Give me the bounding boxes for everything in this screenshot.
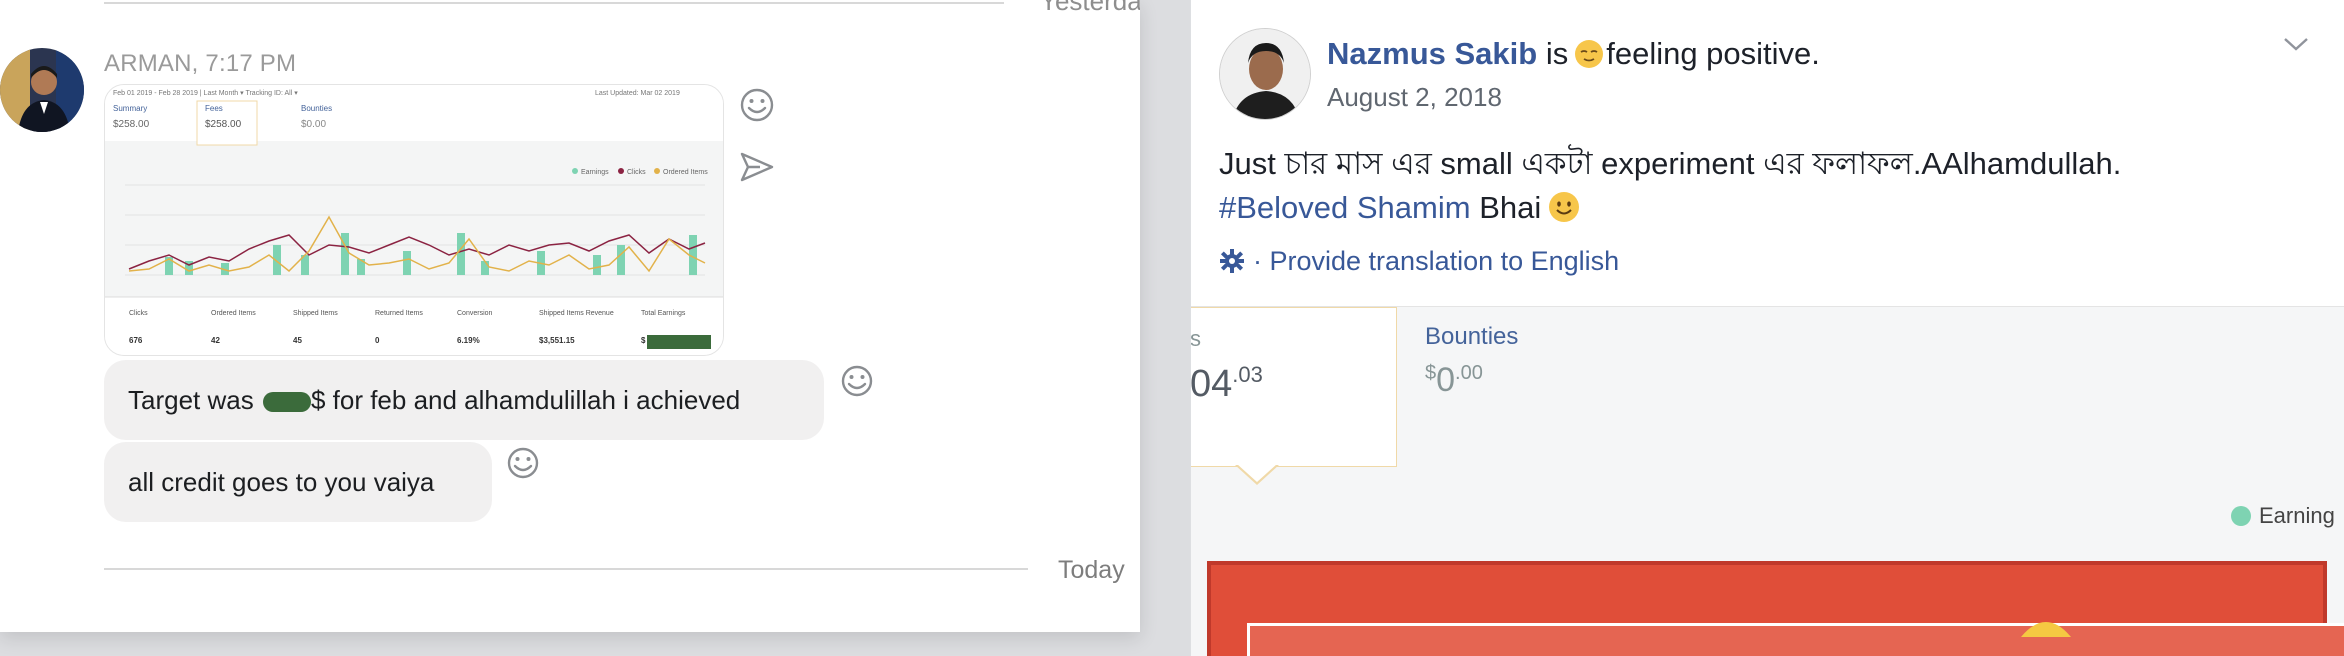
post-header: Nazmus Sakib is feeling positive. bbox=[1327, 36, 1820, 77]
date-separator-today: Today bbox=[1058, 556, 1125, 584]
svg-text:Earnings: Earnings bbox=[581, 169, 609, 176]
svg-text:Total Earnings: Total Earnings bbox=[641, 310, 686, 317]
post-text-line-2: #Beloved Shamim Bhai bbox=[1219, 186, 2121, 236]
svg-text:Conversion: Conversion bbox=[457, 310, 493, 317]
message-bubble-target[interactable]: Target was $ for feb and alhamdulillah i… bbox=[104, 360, 824, 440]
message-image-attachment[interactable]: Feb 01 2019 - Feb 28 2019 | Last Month ▾… bbox=[104, 84, 724, 356]
message-bubble-credit[interactable]: all credit goes to you vaiya bbox=[104, 442, 492, 522]
avatar-nazmus-sakib[interactable] bbox=[1219, 28, 1311, 120]
gear-icon bbox=[1219, 248, 1245, 281]
hashtag-link[interactable]: #Beloved Shamim bbox=[1219, 190, 1471, 225]
image-legend-earning: Earning bbox=[2231, 503, 2335, 529]
post-body: Just চার মাস এর small একটা experiment এর… bbox=[1219, 142, 2121, 236]
svg-text:Bounties: Bounties bbox=[301, 104, 332, 113]
svg-text:42: 42 bbox=[211, 336, 220, 345]
image-card-fees: s 04.03 bbox=[1191, 307, 1397, 467]
post-image-earnings-screenshot[interactable]: s 04.03 Bounties $0.00 Earning bbox=[1191, 306, 2344, 656]
svg-text:Clicks: Clicks bbox=[627, 169, 646, 176]
post-text-line-1: Just চার মাস এর small একটা experiment এর… bbox=[1219, 146, 2122, 181]
svg-text:6.19%: 6.19% bbox=[457, 336, 480, 345]
image-bounties-value: $0.00 bbox=[1425, 361, 1483, 399]
avatar-arman[interactable] bbox=[0, 48, 84, 132]
attachment-table-headers: Clicks Ordered Items Shipped Items Retur… bbox=[129, 310, 686, 317]
image-red-banner-inner bbox=[1247, 623, 2344, 656]
relieved-face-emoji-icon bbox=[1574, 39, 1604, 77]
svg-text:Shipped Items: Shipped Items bbox=[293, 310, 338, 317]
svg-text:Fees: Fees bbox=[205, 104, 223, 113]
post-text-bhai: Bhai bbox=[1479, 190, 1542, 225]
svg-text:676: 676 bbox=[129, 336, 143, 345]
translate-text: · Provide translation to English bbox=[1253, 246, 1620, 276]
svg-text:Returned Items: Returned Items bbox=[375, 310, 423, 317]
is-text: is bbox=[1545, 36, 1569, 71]
svg-text:Clicks: Clicks bbox=[129, 310, 148, 317]
svg-text:$258.00: $258.00 bbox=[113, 119, 150, 130]
svg-text:Ordered Items: Ordered Items bbox=[211, 310, 256, 317]
react-emoji-icon[interactable] bbox=[738, 86, 776, 124]
attachment-redaction bbox=[647, 335, 711, 349]
svg-text:$3,551.15: $3,551.15 bbox=[539, 336, 575, 345]
divider-top bbox=[104, 2, 1004, 4]
svg-text:$0.00: $0.00 bbox=[301, 119, 326, 130]
feeling-text: feeling positive. bbox=[1606, 36, 1820, 71]
message-text-part-1: Target was bbox=[128, 385, 261, 415]
svg-text:Shipped Items Revenue: Shipped Items Revenue bbox=[539, 310, 614, 317]
facebook-post-panel: Nazmus Sakib is feeling positive. August … bbox=[1190, 0, 2344, 656]
messenger-conversation-panel: Yesterday ARMAN, 7:17 PM Feb 01 2019 - F… bbox=[0, 0, 1140, 632]
svg-text:$: $ bbox=[641, 336, 646, 345]
attachment-updated: Last Updated: Mar 02 2019 bbox=[595, 90, 680, 97]
svg-text:45: 45 bbox=[293, 336, 302, 345]
svg-text:Summary: Summary bbox=[113, 104, 147, 113]
image-bounties-label: Bounties bbox=[1425, 323, 1519, 350]
attachment-header: Feb 01 2019 - Feb 28 2019 | Last Month ▾… bbox=[113, 90, 298, 97]
author-name-link[interactable]: Nazmus Sakib bbox=[1327, 36, 1537, 71]
attachment-chart-legend: Earnings Clicks Ordered Items bbox=[572, 168, 708, 176]
svg-text:0: 0 bbox=[375, 336, 380, 345]
date-separator-yesterday: Yesterday bbox=[1040, 0, 1140, 16]
react-emoji-icon[interactable] bbox=[838, 362, 876, 400]
svg-text:Ordered Items: Ordered Items bbox=[663, 169, 708, 176]
translate-link[interactable]: · Provide translation to English bbox=[1219, 246, 1619, 281]
divider-bottom bbox=[104, 568, 1028, 570]
forward-send-icon[interactable] bbox=[738, 148, 776, 186]
post-options-chevron-down-icon[interactable] bbox=[2281, 32, 2311, 56]
message-text-part-2: $ for feb and alhamdulillah i achieved bbox=[310, 385, 741, 415]
react-emoji-icon[interactable] bbox=[504, 444, 542, 482]
svg-text:$258.00: $258.00 bbox=[205, 119, 242, 130]
image-yellow-shape bbox=[2021, 622, 2071, 637]
sender-name-time: ARMAN, 7:17 PM bbox=[104, 50, 297, 77]
post-date-link[interactable]: August 2, 2018 bbox=[1327, 82, 1502, 113]
smile-emoji-icon bbox=[1547, 190, 1581, 236]
redacted-amount bbox=[262, 392, 311, 413]
